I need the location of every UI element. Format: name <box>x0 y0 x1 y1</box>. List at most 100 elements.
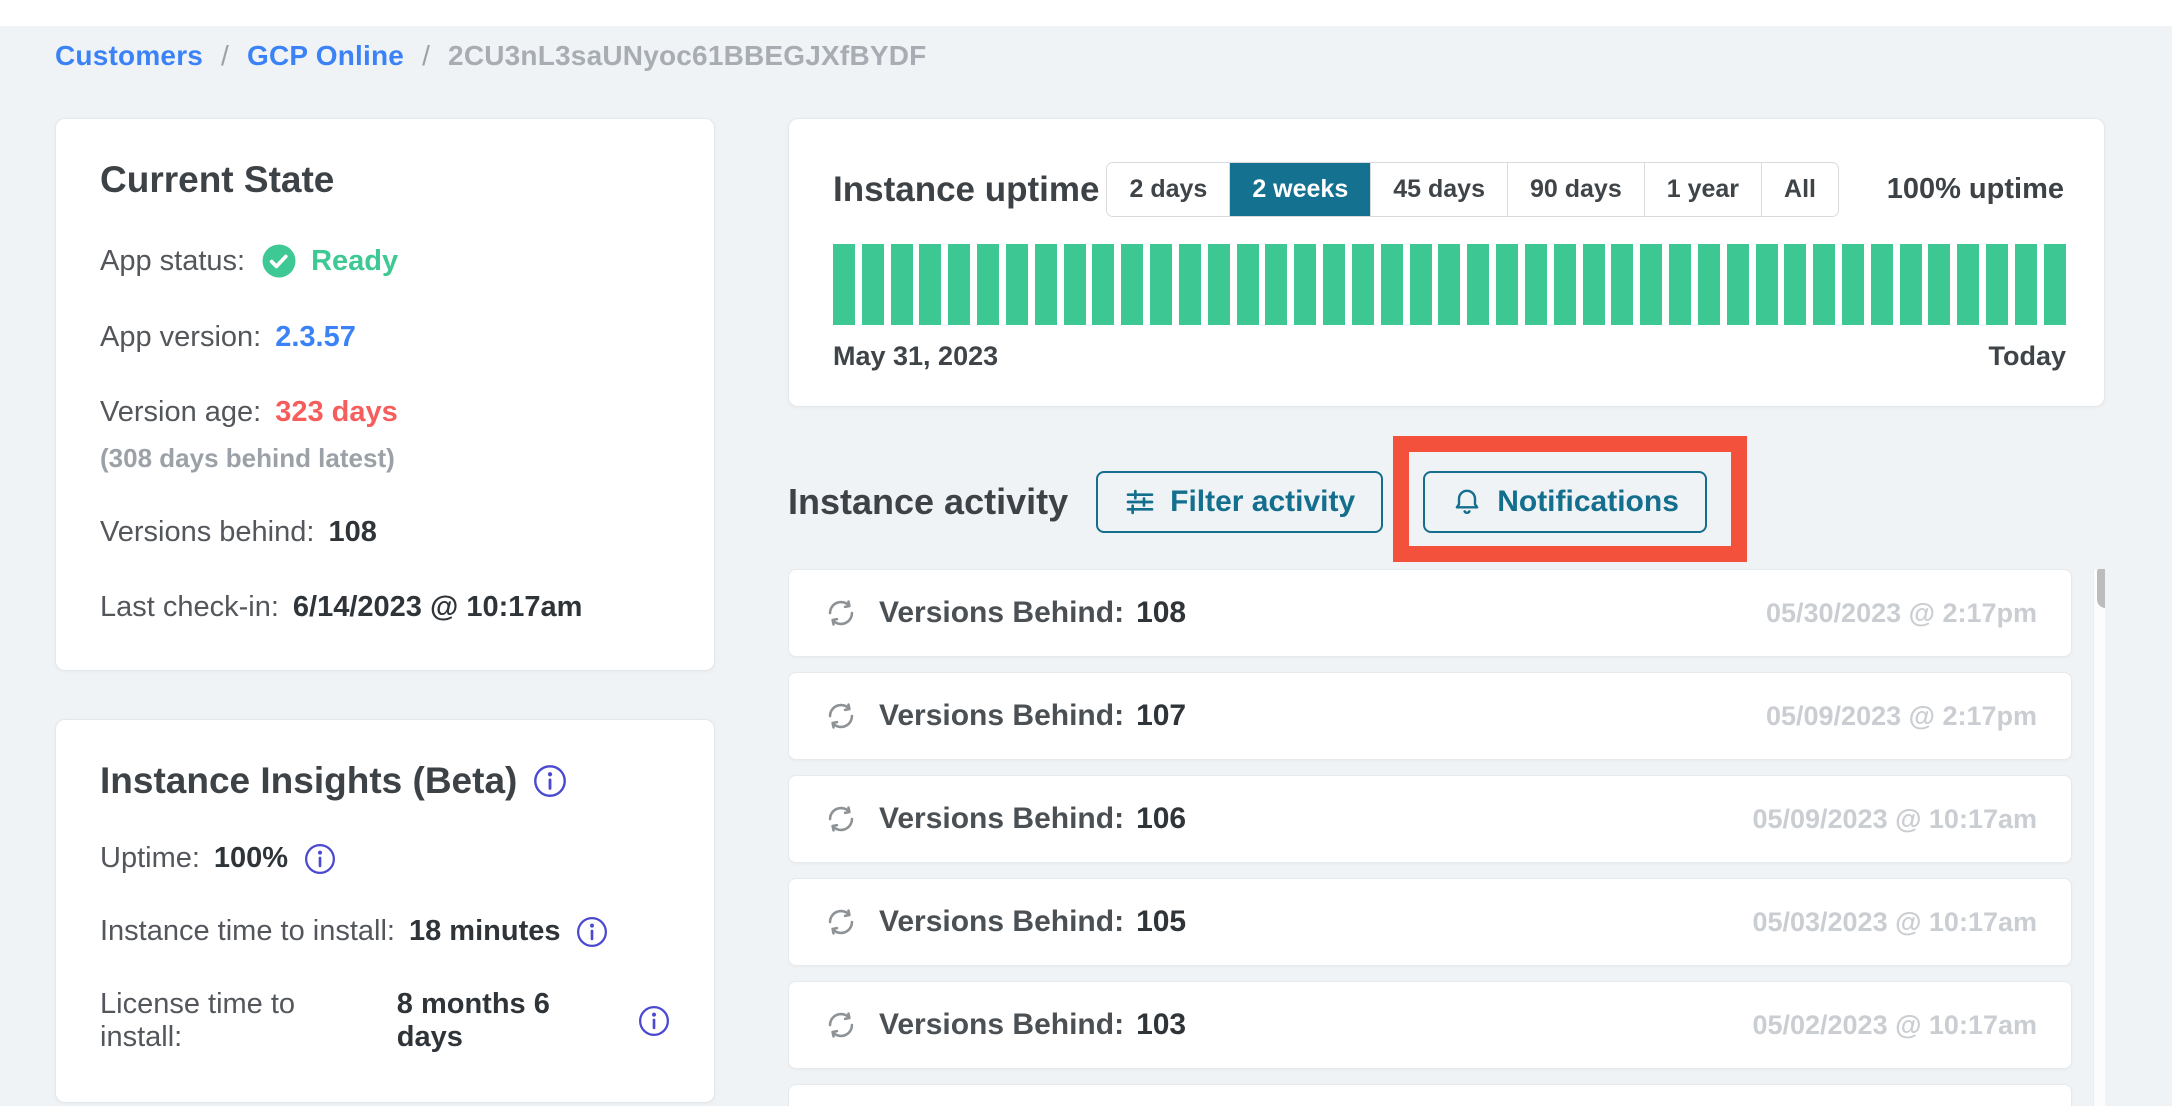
info-icon[interactable] <box>638 1005 670 1037</box>
instance-install-value: 18 minutes <box>409 915 561 948</box>
uptime-bar <box>1410 244 1432 325</box>
uptime-bar <box>1756 244 1778 325</box>
uptime-range-tab-2-days[interactable]: 2 days <box>1107 163 1230 216</box>
uptime-bar <box>1986 244 2008 325</box>
activity-row-timestamp: 05/03/2023 @ 10:17am <box>1752 907 2037 938</box>
uptime-range-tab-45-days[interactable]: 45 days <box>1371 163 1508 216</box>
app-status-label: App status: <box>100 245 245 278</box>
uptime-bar <box>1496 244 1518 325</box>
breadcrumb-gcp-online[interactable]: GCP Online <box>247 40 404 71</box>
info-icon[interactable] <box>533 764 567 798</box>
sliders-icon <box>1124 486 1156 518</box>
activity-scrollbar-track[interactable] <box>2093 569 2105 1106</box>
uptime-bar <box>1669 244 1691 325</box>
uptime-bar <box>1900 244 1922 325</box>
uptime-bar <box>1179 244 1201 325</box>
uptime-bar <box>1467 244 1489 325</box>
info-icon[interactable] <box>576 916 608 948</box>
sync-icon <box>823 1007 859 1043</box>
license-install-value: 8 months 6 days <box>397 988 622 1054</box>
uptime-bar <box>1208 244 1230 325</box>
activity-row[interactable]: Versions Behind: 108 05/30/2023 @ 2:17pm <box>788 569 2072 657</box>
uptime-bar <box>833 244 855 325</box>
instance-uptime-title: Instance uptime <box>833 170 1099 210</box>
uptime-insight-row: Uptime: 100% <box>100 842 670 875</box>
activity-row-timestamp: 05/30/2023 @ 2:17pm <box>1766 598 2037 629</box>
version-age-label: Version age: <box>100 396 261 429</box>
uptime-bar <box>1957 244 1979 325</box>
instance-insights-title: Instance Insights (Beta) <box>100 760 517 802</box>
check-circle-icon <box>261 243 297 279</box>
uptime-bar <box>862 244 884 325</box>
activity-row[interactable]: Versions Behind: 105 05/03/2023 @ 10:17a… <box>788 878 2072 966</box>
uptime-bar <box>1554 244 1576 325</box>
uptime-bar <box>1698 244 1720 325</box>
activity-row-timestamp: 05/09/2023 @ 2:17pm <box>1766 701 2037 732</box>
uptime-bar <box>1611 244 1633 325</box>
uptime-bar <box>1265 244 1287 325</box>
sync-icon <box>823 698 859 734</box>
app-status-row: App status: Ready <box>100 243 670 279</box>
breadcrumb-customers[interactable]: Customers <box>55 40 203 71</box>
app-version-value[interactable]: 2.3.57 <box>275 321 356 354</box>
uptime-bar <box>919 244 941 325</box>
uptime-range-tab-90-days[interactable]: 90 days <box>1508 163 1645 216</box>
right-column: Instance uptime 2 days2 weeks45 days90 d… <box>788 118 2105 1106</box>
sync-icon <box>823 904 859 940</box>
current-state-card: Current State App status: Ready App vers… <box>55 118 715 671</box>
activity-scrollbar-thumb[interactable] <box>2097 569 2105 608</box>
uptime-bar <box>1006 244 1028 325</box>
uptime-bar-strip <box>833 244 2066 325</box>
uptime-bar <box>1871 244 1893 325</box>
uptime-bar <box>1583 244 1605 325</box>
uptime-bar <box>1813 244 1835 325</box>
sync-icon <box>823 595 859 631</box>
last-checkin-label: Last check-in: <box>100 591 279 624</box>
last-checkin-value: 6/14/2023 @ 10:17am <box>293 591 583 624</box>
uptime-bar <box>891 244 913 325</box>
uptime-start-label: May 31, 2023 <box>833 341 998 372</box>
uptime-bar <box>1294 244 1316 325</box>
activity-row-value: 107 <box>1136 699 1186 733</box>
versions-behind-row: Versions behind: 108 <box>100 516 670 549</box>
activity-row[interactable]: Versions Behind: 103 05/02/2023 @ 10:17a… <box>788 981 2072 1069</box>
uptime-bar <box>1352 244 1374 325</box>
uptime-bar <box>1064 244 1086 325</box>
notifications-button[interactable]: Notifications <box>1423 471 1707 533</box>
activity-row-partial[interactable] <box>788 1084 2072 1106</box>
filter-activity-button[interactable]: Filter activity <box>1096 471 1383 533</box>
license-install-label: License time to install: <box>100 988 383 1054</box>
license-install-row: License time to install: 8 months 6 days <box>100 988 670 1054</box>
app-version-row: App version: 2.3.57 <box>100 321 670 354</box>
last-checkin-row: Last check-in: 6/14/2023 @ 10:17am <box>100 591 670 624</box>
uptime-bar <box>1640 244 1662 325</box>
sync-icon <box>823 801 859 837</box>
breadcrumb-separator: / <box>211 40 239 71</box>
uptime-bar <box>948 244 970 325</box>
versions-behind-value: 108 <box>328 516 376 549</box>
activity-row-label: Versions Behind: <box>879 905 1124 939</box>
instance-install-row: Instance time to install: 18 minutes <box>100 915 670 948</box>
uptime-bar <box>1121 244 1143 325</box>
bell-icon <box>1451 486 1483 518</box>
activity-row[interactable]: Versions Behind: 106 05/09/2023 @ 10:17a… <box>788 775 2072 863</box>
activity-row[interactable]: Versions Behind: 107 05/09/2023 @ 2:17pm <box>788 672 2072 760</box>
uptime-bar <box>1323 244 1345 325</box>
uptime-range-tab-2-weeks[interactable]: 2 weeks <box>1230 163 1371 216</box>
uptime-summary: 100% uptime <box>1874 173 2064 206</box>
uptime-range-tab-1-year[interactable]: 1 year <box>1645 163 1762 216</box>
top-strip <box>0 0 2172 26</box>
activity-row-value: 105 <box>1136 905 1186 939</box>
info-icon[interactable] <box>304 843 336 875</box>
uptime-bar <box>1438 244 1460 325</box>
activity-row-value: 103 <box>1136 1008 1186 1042</box>
version-age-value: 323 days <box>275 396 398 429</box>
uptime-range-tabs: 2 days2 weeks45 days90 days1 yearAll <box>1107 163 1838 216</box>
app-status-value: Ready <box>311 245 398 278</box>
uptime-bar <box>977 244 999 325</box>
uptime-range-tab-all[interactable]: All <box>1762 163 1838 216</box>
uptime-end-label: Today <box>1988 341 2066 372</box>
uptime-bar <box>1092 244 1114 325</box>
notifications-label: Notifications <box>1497 485 1679 519</box>
activity-row-label: Versions Behind: <box>879 699 1124 733</box>
